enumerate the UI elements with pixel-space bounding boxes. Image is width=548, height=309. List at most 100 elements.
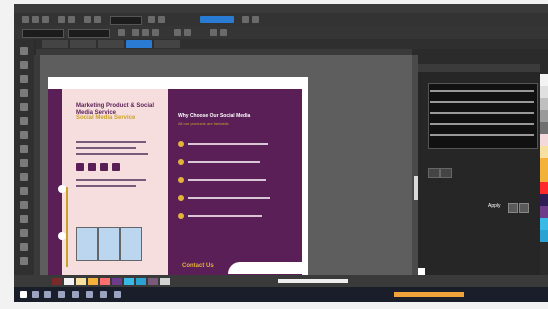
docker-list-line[interactable] xyxy=(430,112,534,114)
eyedropper-tool-icon[interactable] xyxy=(20,243,28,251)
snap-icon[interactable] xyxy=(148,16,155,23)
app-icon[interactable] xyxy=(100,291,107,298)
docker-nav-button[interactable] xyxy=(508,203,518,213)
artistic-media-tool-icon[interactable] xyxy=(20,117,28,125)
status-color-swatch[interactable] xyxy=(52,278,62,285)
docker-option-button[interactable] xyxy=(440,168,452,178)
group-icon[interactable] xyxy=(210,29,217,36)
app-icon[interactable] xyxy=(86,291,93,298)
export-icon[interactable] xyxy=(94,16,101,23)
flyer-text-line xyxy=(76,179,146,181)
freehand-tool-icon[interactable] xyxy=(20,103,28,111)
status-color-swatch[interactable] xyxy=(148,278,158,285)
flyer-right-subtitle: All our products are fantastic xyxy=(178,121,229,126)
status-color-swatch[interactable] xyxy=(112,278,122,285)
rotate-icon[interactable] xyxy=(132,29,139,36)
text-tool-icon[interactable] xyxy=(20,173,28,181)
flyer-bullet-icon xyxy=(178,195,184,201)
zoom-tool-icon[interactable] xyxy=(20,89,28,97)
object-position-field[interactable] xyxy=(22,29,64,38)
status-color-swatch[interactable] xyxy=(100,278,110,285)
save-icon[interactable] xyxy=(42,16,49,23)
arrange-icon[interactable] xyxy=(184,29,191,36)
docker-list-line[interactable] xyxy=(430,123,534,125)
transparency-tool-icon[interactable] xyxy=(20,229,28,237)
ungroup-icon[interactable] xyxy=(220,29,227,36)
color-swatch[interactable] xyxy=(540,134,548,146)
mirror-horizontal-icon[interactable] xyxy=(142,29,149,36)
search-icon[interactable] xyxy=(32,291,39,298)
color-swatch[interactable] xyxy=(540,218,548,230)
color-swatch[interactable] xyxy=(540,182,548,194)
docker-preview-box[interactable] xyxy=(428,83,538,149)
document-page[interactable]: Marketing Product & Social Media Service… xyxy=(48,77,308,277)
color-swatch[interactable] xyxy=(540,146,548,158)
parallel-dimension-tool-icon[interactable] xyxy=(20,187,28,195)
align-icon[interactable] xyxy=(174,29,181,36)
decorative-dot xyxy=(58,232,66,240)
zoom-field[interactable] xyxy=(110,16,142,25)
phone-mockup-image xyxy=(98,227,120,261)
polygon-tool-icon[interactable] xyxy=(20,159,28,167)
rectangle-tool-icon[interactable] xyxy=(20,131,28,139)
flyer-text-line xyxy=(188,179,266,181)
browser-icon[interactable] xyxy=(58,291,65,298)
file-explorer-icon[interactable] xyxy=(72,291,79,298)
flyer-right-title: Why Choose Our Social Media xyxy=(178,113,251,119)
scroll-corner-icon[interactable] xyxy=(418,268,425,275)
launch-button[interactable] xyxy=(200,16,234,23)
zoom-slider[interactable] xyxy=(278,279,348,283)
docker-option-button[interactable] xyxy=(428,168,440,178)
color-swatch[interactable] xyxy=(540,74,548,86)
docker-nav-button[interactable] xyxy=(519,203,529,213)
status-color-swatch[interactable] xyxy=(124,278,134,285)
open-icon[interactable] xyxy=(32,16,39,23)
redo-icon[interactable] xyxy=(68,16,75,23)
status-color-swatch[interactable] xyxy=(136,278,146,285)
undo-icon[interactable] xyxy=(58,16,65,23)
start-icon[interactable] xyxy=(20,291,27,298)
tab-document-active[interactable] xyxy=(126,40,152,48)
docker-list-line[interactable] xyxy=(430,101,534,103)
color-swatch[interactable] xyxy=(540,110,548,122)
options-icon[interactable] xyxy=(158,16,165,23)
task-view-icon[interactable] xyxy=(44,291,51,298)
import-icon[interactable] xyxy=(84,16,91,23)
app-window: Marketing Product & Social Media Service… xyxy=(14,4,548,302)
object-size-field[interactable] xyxy=(68,29,110,38)
color-swatch[interactable] xyxy=(540,194,548,206)
status-color-swatch[interactable] xyxy=(88,278,98,285)
docker-list-line[interactable] xyxy=(430,134,534,136)
interactive-fill-tool-icon[interactable] xyxy=(20,257,28,265)
drop-shadow-tool-icon[interactable] xyxy=(20,215,28,223)
shape-tool-icon[interactable] xyxy=(20,61,28,69)
color-swatch[interactable] xyxy=(540,86,548,98)
flyer-footer-wave xyxy=(228,262,308,274)
view-icon[interactable] xyxy=(242,16,249,23)
color-swatch[interactable] xyxy=(540,122,548,134)
status-bar xyxy=(14,275,548,287)
lock-ratio-icon[interactable] xyxy=(118,29,125,36)
color-swatch[interactable] xyxy=(540,170,548,182)
status-color-swatch[interactable] xyxy=(76,278,86,285)
app-icon[interactable] xyxy=(114,291,121,298)
tab-document-3[interactable] xyxy=(154,40,180,48)
status-color-swatch[interactable] xyxy=(160,278,170,285)
status-color-swatch[interactable] xyxy=(64,278,74,285)
ellipse-tool-icon[interactable] xyxy=(20,145,28,153)
mirror-vertical-icon[interactable] xyxy=(152,29,159,36)
tab-welcome[interactable] xyxy=(42,40,68,48)
pick-tool-icon[interactable] xyxy=(20,47,28,55)
color-swatch[interactable] xyxy=(540,98,548,110)
tab-document-1[interactable] xyxy=(70,40,96,48)
color-swatch[interactable] xyxy=(540,206,548,218)
layout-icon[interactable] xyxy=(252,16,259,23)
apply-button[interactable]: Apply xyxy=(488,203,504,211)
color-swatch[interactable] xyxy=(540,158,548,170)
color-swatch[interactable] xyxy=(540,230,548,242)
docker-list-line[interactable] xyxy=(430,90,534,92)
connector-tool-icon[interactable] xyxy=(20,201,28,209)
tab-document-2[interactable] xyxy=(98,40,124,48)
new-icon[interactable] xyxy=(22,16,29,23)
crop-tool-icon[interactable] xyxy=(20,75,28,83)
